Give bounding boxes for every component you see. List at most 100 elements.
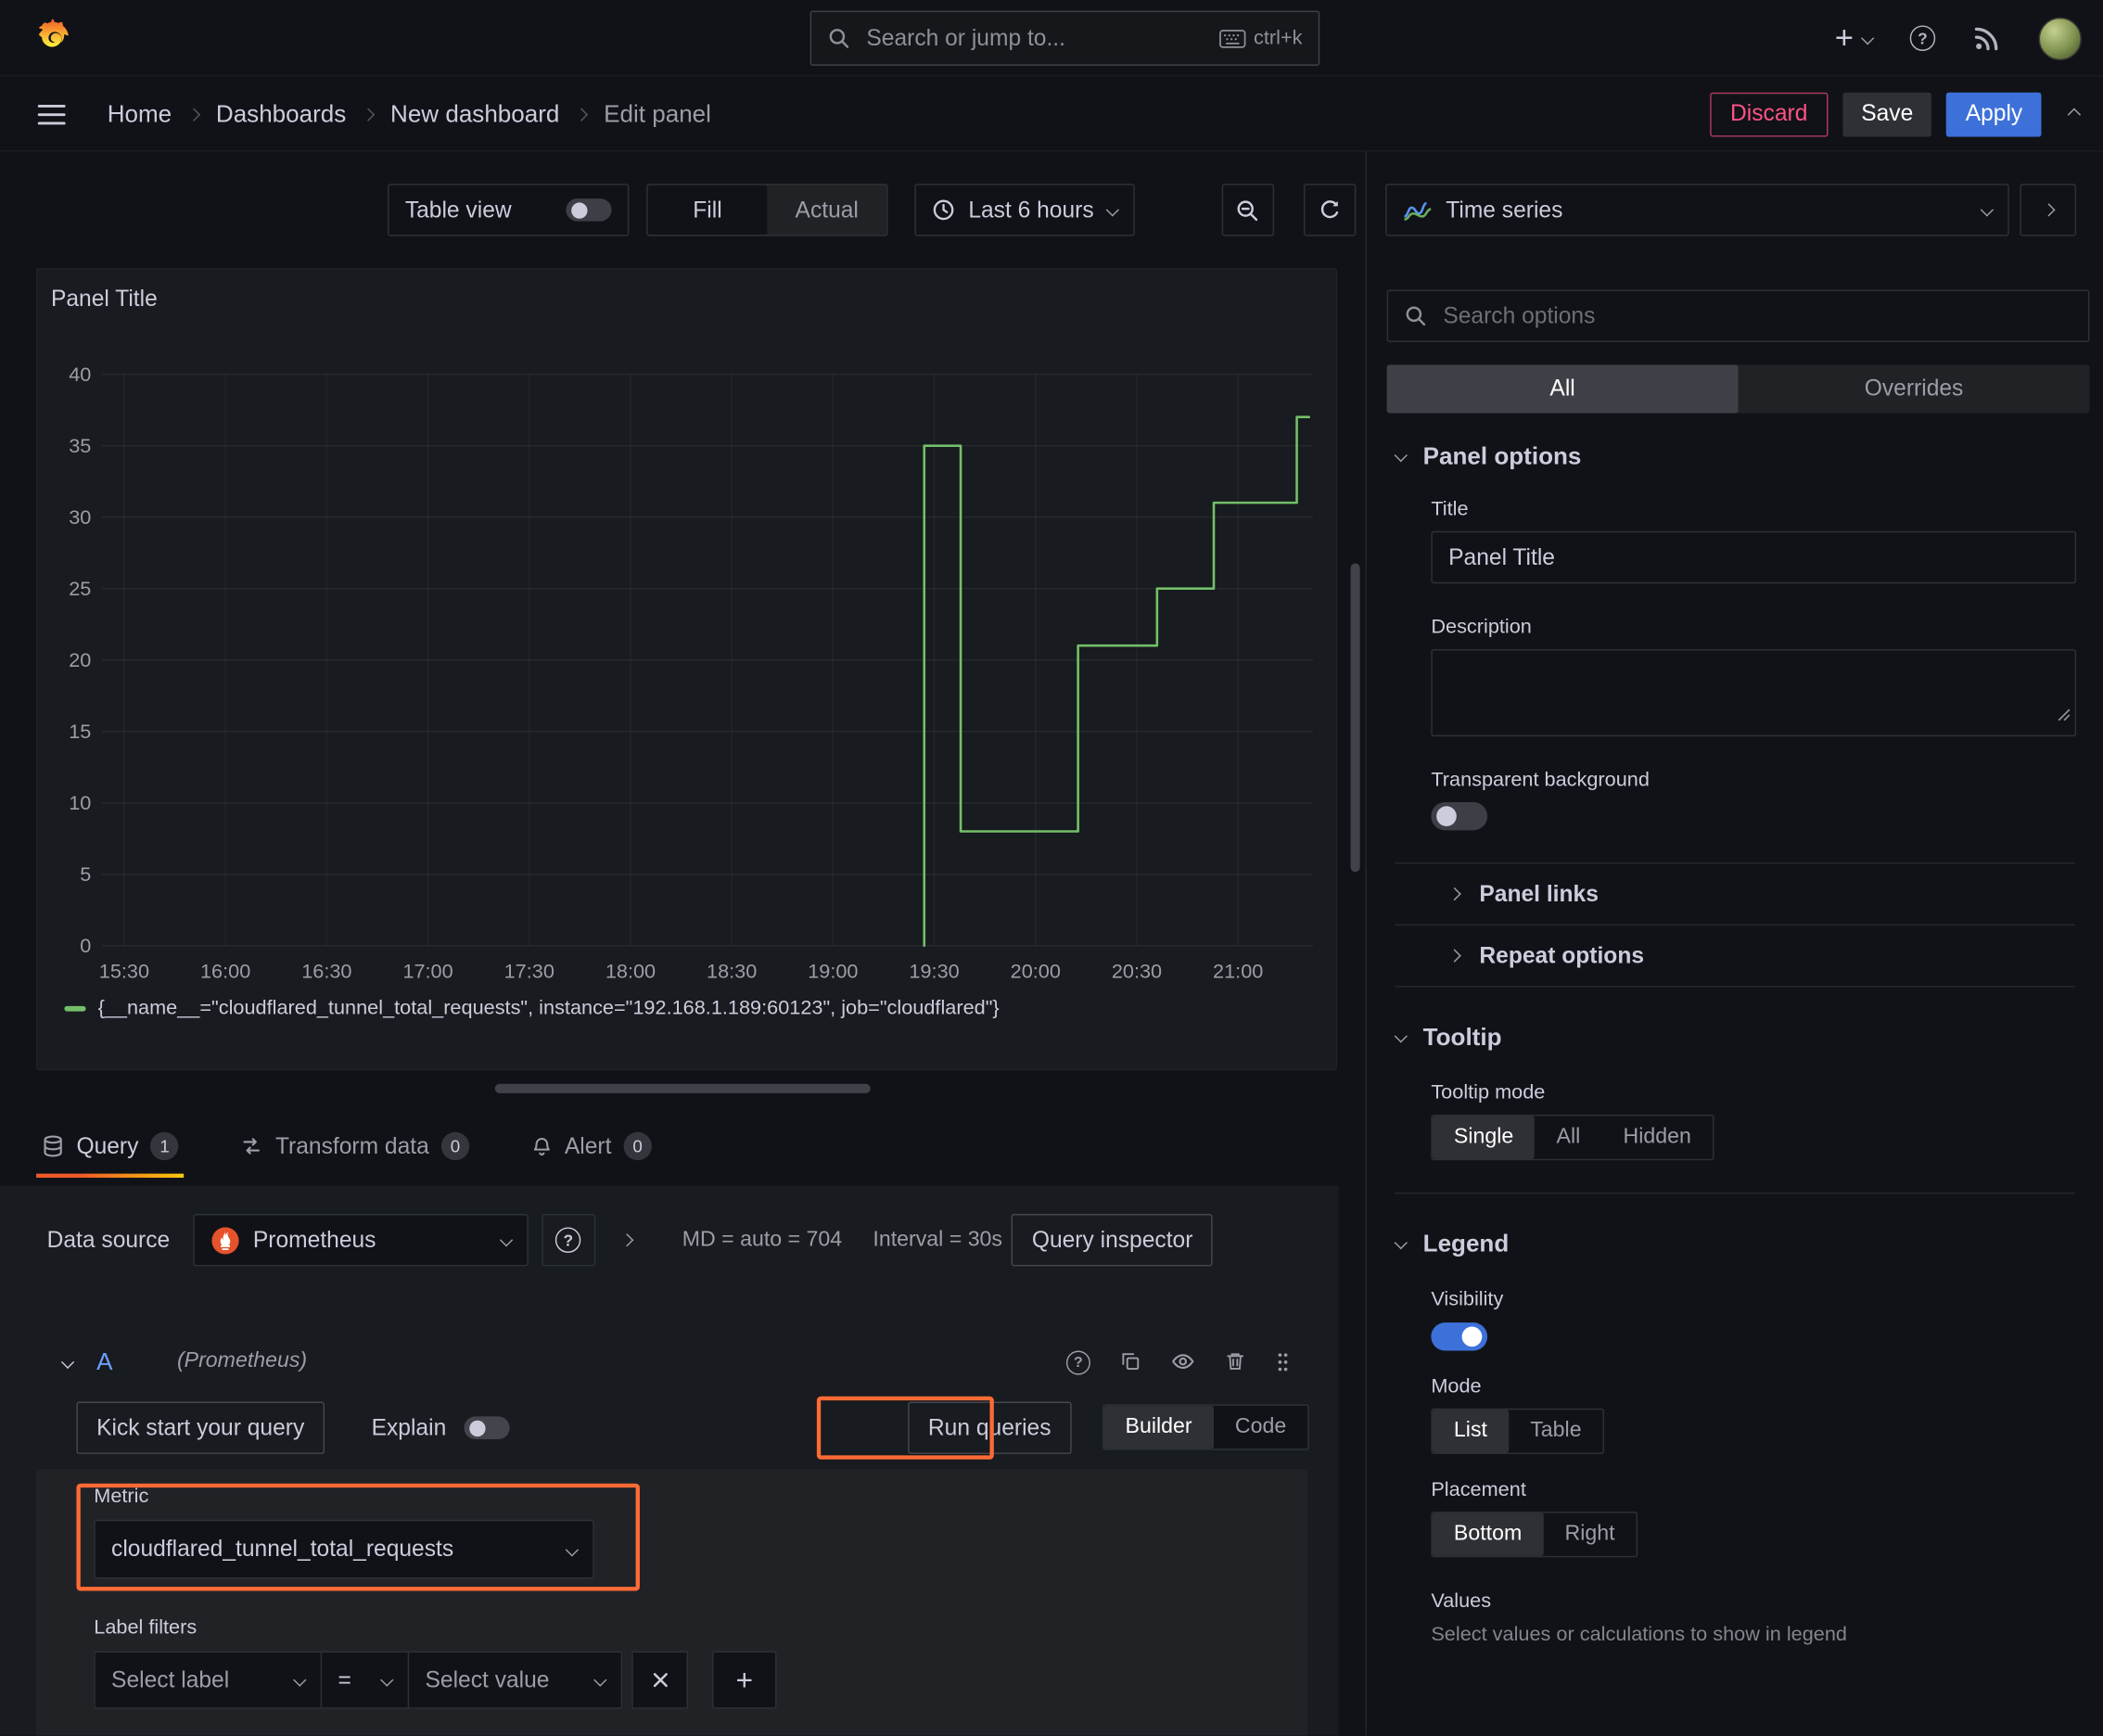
select-value-dropdown[interactable]: Select value bbox=[407, 1651, 623, 1709]
select-label-dropdown[interactable]: Select label bbox=[94, 1651, 323, 1709]
add-filter-button[interactable]: + bbox=[712, 1651, 777, 1709]
legend-header[interactable]: Legend bbox=[1367, 1223, 2103, 1263]
chevron-down-icon bbox=[1105, 203, 1119, 217]
shortcut-text: ctrl+k bbox=[1254, 26, 1303, 50]
legend-visibility-toggle[interactable] bbox=[1431, 1322, 1488, 1351]
prometheus-icon bbox=[210, 1225, 240, 1255]
user-avatar[interactable] bbox=[2038, 17, 2082, 60]
tab-overrides[interactable]: Overrides bbox=[1739, 364, 2090, 413]
drag-query-handle[interactable] bbox=[1276, 1350, 1291, 1373]
global-search[interactable]: ctrl+k bbox=[809, 10, 1320, 66]
options-panes: Panel options Title Description Transpar… bbox=[1367, 436, 2103, 1646]
help-icon: ? bbox=[555, 1227, 581, 1253]
grafana-logo[interactable] bbox=[32, 16, 75, 58]
metric-selector[interactable]: cloudflared_tunnel_total_requests bbox=[94, 1519, 594, 1579]
svg-text:21:00: 21:00 bbox=[1213, 959, 1263, 982]
repeat-options-section[interactable]: Repeat options bbox=[1367, 925, 2103, 986]
svg-text:18:30: 18:30 bbox=[707, 959, 757, 982]
transparent-bg-toggle[interactable] bbox=[1431, 801, 1488, 831]
metric-value: cloudflared_tunnel_total_requests bbox=[111, 1536, 454, 1562]
tooltip-mode-single[interactable]: Single bbox=[1432, 1116, 1536, 1159]
description-label: Description bbox=[1431, 615, 1532, 639]
duplicate-query-button[interactable] bbox=[1120, 1351, 1141, 1372]
legend-mode-label: Mode bbox=[1431, 1374, 1482, 1398]
description-textarea[interactable] bbox=[1431, 649, 2077, 737]
query-help-button[interactable]: ? bbox=[1065, 1348, 1090, 1374]
breadcrumb-home[interactable]: Home bbox=[108, 100, 172, 128]
metric-label: Metric bbox=[94, 1485, 149, 1508]
code-option[interactable]: Code bbox=[1214, 1406, 1308, 1449]
collapse-query-button[interactable] bbox=[60, 1354, 75, 1369]
chevron-down-icon bbox=[1394, 1235, 1408, 1249]
menu-toggle-button[interactable] bbox=[37, 103, 66, 126]
divider bbox=[1395, 1192, 2075, 1194]
tooltip-mode-hidden[interactable]: Hidden bbox=[1601, 1116, 1713, 1158]
svg-text:19:00: 19:00 bbox=[808, 959, 858, 982]
tab-alert[interactable]: Alert 0 bbox=[526, 1115, 657, 1178]
operator-dropdown[interactable]: = bbox=[320, 1651, 410, 1709]
svg-text:0: 0 bbox=[80, 934, 91, 957]
legend-placement-bottom[interactable]: Bottom bbox=[1432, 1513, 1544, 1556]
builder-option[interactable]: Builder bbox=[1103, 1405, 1214, 1449]
help-button[interactable]: ? bbox=[1909, 25, 1936, 51]
query-row-actions: ? bbox=[1065, 1348, 1307, 1374]
interval-value: Interval = 30s bbox=[873, 1228, 1003, 1251]
legend-series-label[interactable]: {__name__="cloudflared_tunnel_total_requ… bbox=[98, 997, 1000, 1020]
breadcrumb-dashboards[interactable]: Dashboards bbox=[216, 100, 346, 128]
delete-query-button[interactable] bbox=[1225, 1351, 1246, 1372]
options-search[interactable] bbox=[1386, 289, 2090, 342]
tab-all[interactable]: All bbox=[1386, 364, 1739, 414]
pane-resize-handle[interactable] bbox=[494, 1083, 871, 1093]
panel-title-input[interactable] bbox=[1431, 530, 2077, 584]
tab-query[interactable]: Query 1 bbox=[36, 1115, 185, 1178]
discard-button[interactable]: Discard bbox=[1710, 92, 1829, 136]
visualization-picker[interactable]: Time series bbox=[1385, 184, 2009, 236]
scrollbar-thumb[interactable] bbox=[1350, 563, 1360, 873]
max-data-points: MD = auto = 704 bbox=[682, 1228, 843, 1251]
section-title: Panel options bbox=[1422, 441, 1582, 469]
query-options-toggle[interactable] bbox=[619, 1233, 633, 1247]
refresh-button[interactable] bbox=[1303, 184, 1356, 236]
global-search-input[interactable] bbox=[863, 23, 1205, 54]
time-range-picker[interactable]: Last 6 hours bbox=[914, 184, 1135, 236]
news-button[interactable] bbox=[1973, 24, 2001, 52]
legend-placement-right[interactable]: Right bbox=[1543, 1513, 1636, 1556]
breadcrumb-new-dashboard[interactable]: New dashboard bbox=[390, 100, 559, 128]
kick-start-query-button[interactable]: Kick start your query bbox=[76, 1401, 325, 1454]
panel-links-section[interactable]: Panel links bbox=[1367, 863, 2103, 924]
section-title: Legend bbox=[1422, 1229, 1510, 1257]
save-button[interactable]: Save bbox=[1842, 92, 1932, 136]
resize-handle-icon[interactable] bbox=[2058, 704, 2071, 728]
panel-preview: Panel Title 0 5 10 15 20 25 30 35 40 15:30 16:00 16… bbox=[36, 268, 1338, 1071]
tooltip-mode-all[interactable]: All bbox=[1535, 1116, 1601, 1158]
actual-option[interactable]: Actual bbox=[767, 185, 886, 236]
remove-filter-button[interactable] bbox=[631, 1651, 689, 1709]
query-inspector-button[interactable]: Query inspector bbox=[1012, 1214, 1214, 1267]
timeseries-chart[interactable]: 0 5 10 15 20 25 30 35 40 15:30 16:00 16:30 17:00 17:3… bbox=[62, 343, 1323, 987]
svg-text:17:30: 17:30 bbox=[504, 959, 554, 982]
zoom-out-button[interactable] bbox=[1221, 184, 1274, 236]
datasource-help-button[interactable]: ? bbox=[541, 1214, 595, 1267]
run-queries-button[interactable]: Run queries bbox=[908, 1401, 1072, 1454]
panel-title[interactable]: Panel Title bbox=[51, 286, 158, 313]
svg-text:5: 5 bbox=[80, 862, 91, 886]
collapse-header-button[interactable] bbox=[2067, 102, 2082, 126]
legend-mode-list[interactable]: List bbox=[1432, 1410, 1510, 1453]
toggle-viz-picker-button[interactable] bbox=[2020, 184, 2077, 236]
options-search-input[interactable] bbox=[1440, 300, 2072, 331]
svg-text:20:30: 20:30 bbox=[1112, 959, 1162, 982]
table-view-toggle[interactable] bbox=[566, 198, 612, 222]
toggle-query-visibility-button[interactable] bbox=[1171, 1349, 1195, 1373]
add-new-button[interactable]: + bbox=[1835, 21, 1875, 55]
svg-text:40: 40 bbox=[69, 363, 91, 386]
tooltip-mode-group: Single All Hidden bbox=[1431, 1114, 1714, 1161]
tab-transform-data[interactable]: Transform data 0 bbox=[236, 1115, 475, 1178]
explain-toggle[interactable] bbox=[464, 1416, 510, 1440]
datasource-picker[interactable]: Prometheus bbox=[192, 1214, 529, 1267]
apply-button[interactable]: Apply bbox=[1946, 92, 2042, 136]
trash-icon bbox=[1225, 1351, 1246, 1372]
panel-options-header[interactable]: Panel options bbox=[1367, 436, 2103, 476]
tooltip-header[interactable]: Tooltip bbox=[1367, 1016, 2103, 1056]
fill-option[interactable]: Fill bbox=[647, 185, 768, 236]
legend-mode-table[interactable]: Table bbox=[1509, 1410, 1603, 1452]
